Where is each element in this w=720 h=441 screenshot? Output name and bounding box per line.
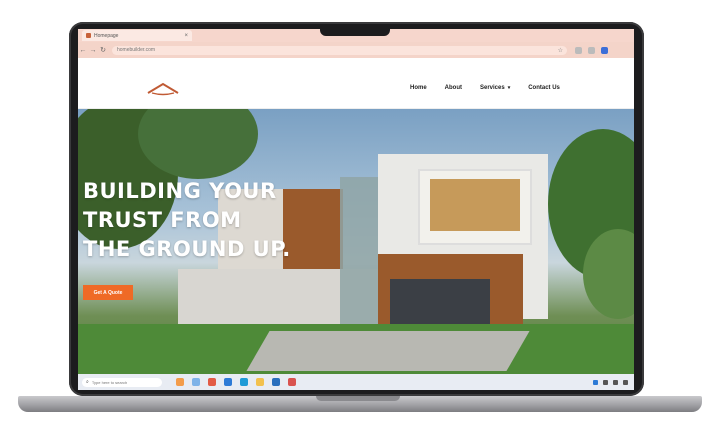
tray-icon[interactable]: [603, 379, 608, 385]
system-tray: [593, 379, 628, 385]
folder-icon[interactable]: [256, 378, 264, 386]
extension-icon[interactable]: [588, 46, 595, 54]
star-icon[interactable]: ☆: [558, 47, 563, 54]
app-icon[interactable]: [240, 378, 248, 386]
screen: Homepage × ← → ↻ homebuilder.com ☆ Home …: [78, 29, 634, 390]
url-input[interactable]: homebuilder.com ☆: [112, 45, 567, 55]
cta-button[interactable]: Get A Quote: [83, 285, 133, 300]
app-icon[interactable]: [272, 378, 280, 386]
url-text: homebuilder.com: [117, 47, 156, 53]
nav-home[interactable]: Home: [410, 85, 427, 91]
search-icon: ⌕: [86, 379, 89, 385]
taskbar-apps: [176, 378, 296, 386]
extension-icons: [575, 46, 608, 54]
tray-icon[interactable]: [623, 379, 628, 385]
tray-icon[interactable]: [593, 379, 598, 385]
house-upper-window: [430, 179, 520, 231]
close-icon[interactable]: ×: [184, 33, 188, 39]
hero-section: BUILDING YOUR TRUST FROM THE GROUND UP. …: [78, 109, 634, 374]
hero-headline: BUILDING YOUR TRUST FROM THE GROUND UP.: [83, 177, 383, 264]
forward-icon[interactable]: →: [88, 47, 98, 54]
nav-about[interactable]: About: [445, 85, 462, 91]
hero-line-3: THE GROUND UP.: [83, 237, 291, 261]
tray-icon[interactable]: [613, 379, 618, 385]
app-icon[interactable]: [224, 378, 232, 386]
nav-services-label: Services: [480, 85, 505, 91]
house-logo-icon[interactable]: [146, 81, 180, 97]
main-menu: Home About Services ▾ Contact Us: [410, 85, 560, 91]
extension-icon[interactable]: [575, 46, 582, 54]
search-placeholder: Type here to search: [91, 379, 128, 385]
chevron-down-icon: ▾: [507, 85, 511, 91]
tab-title: Homepage: [94, 32, 119, 39]
browser-addressbar: ← → ↻ homebuilder.com ☆: [78, 42, 634, 58]
laptop-base-notch: [316, 396, 400, 401]
app-icon[interactable]: [192, 378, 200, 386]
hero-line-1: BUILDING YOUR: [83, 179, 277, 203]
nav-services[interactable]: Services ▾: [480, 85, 510, 91]
camera-notch: [320, 29, 390, 36]
reload-icon[interactable]: ↻: [98, 46, 108, 54]
back-icon[interactable]: ←: [78, 47, 88, 54]
app-icon[interactable]: [208, 378, 216, 386]
taskbar-search[interactable]: ⌕ Type here to search: [82, 377, 162, 387]
taskbar: ⌕ Type here to search: [78, 374, 634, 390]
nav-contact[interactable]: Contact Us: [528, 85, 560, 91]
hero-line-2: TRUST FROM: [83, 208, 242, 232]
browser-tab[interactable]: Homepage ×: [82, 30, 192, 41]
app-icon[interactable]: [288, 378, 296, 386]
app-icon[interactable]: [176, 378, 184, 386]
driveway-path: [246, 331, 530, 371]
favicon-icon: [86, 33, 91, 38]
profile-icon[interactable]: [601, 46, 608, 54]
